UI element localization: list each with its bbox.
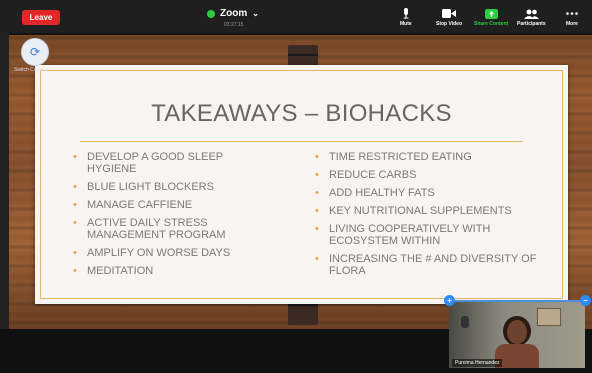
video-edge <box>0 33 9 329</box>
leave-button[interactable]: Leave <box>22 10 60 25</box>
slide-bullet: MEDITATION <box>71 265 271 277</box>
participant-face <box>507 320 527 344</box>
expand-video-button[interactable]: + <box>444 295 455 306</box>
app-title: Zoom <box>220 8 248 19</box>
slide-bullet: BLUE LIGHT BLOCKERS <box>71 181 271 193</box>
stop-video-button[interactable]: Stop Video <box>436 8 462 27</box>
presentation-slide: TAKEAWAYS – BIOHACKS DEVELOP A GOOD SLEE… <box>35 65 568 304</box>
slide-divider <box>80 141 523 142</box>
more-label: More <box>566 21 578 27</box>
share-content-label: Share Content <box>474 21 509 27</box>
slide-left-column: DEVELOP A GOOD SLEEP HYGIENE BLUE LIGHT … <box>71 151 271 283</box>
switch-camera-icon: ⟳ <box>29 45 41 59</box>
switch-camera-label: Switch Camera <box>14 67 48 73</box>
minimize-video-button[interactable]: – <box>580 295 591 306</box>
slide-bullet: KEY NUTRITIONAL SUPPLEMENTS <box>313 205 543 217</box>
meeting-title[interactable]: Zoom ⌄ <box>207 8 259 19</box>
slide-bullet: DEVELOP A GOOD SLEEP HYGIENE <box>71 151 271 175</box>
more-button[interactable]: More <box>566 8 578 27</box>
more-dots-icon <box>566 8 578 19</box>
slide-right-column: TIME RESTRICTED EATING REDUCE CARBS ADD … <box>313 151 543 283</box>
participants-label: Participants <box>517 21 546 27</box>
meeting-toolbar: Leave Zoom ⌄ 03:27:15 Mute Stop Video Sh… <box>0 0 592 33</box>
mute-button[interactable]: Mute <box>400 8 412 27</box>
self-view-video[interactable]: Purnima Hernandez <box>449 300 585 368</box>
slide-bullet: ACTIVE DAILY STRESS MANAGEMENT PROGRAM <box>71 217 271 241</box>
slide-bullet: LIVING COOPERATIVELY WITH ECOSYSTEM WITH… <box>313 223 543 247</box>
participants-button[interactable]: Participants <box>517 8 546 27</box>
zoom-meeting-window: Leave Zoom ⌄ 03:27:15 Mute Stop Video Sh… <box>0 0 592 373</box>
slide-title: TAKEAWAYS – BIOHACKS <box>151 100 452 127</box>
share-screen-icon <box>484 8 498 19</box>
slide-bullet: MANAGE CAFFIENE <box>71 199 271 211</box>
slide-bullet: ADD HEALTHY FATS <box>313 187 543 199</box>
participants-icon <box>523 8 539 19</box>
lamp <box>461 316 469 328</box>
meeting-timer: 03:27:15 <box>224 22 244 28</box>
share-content-button[interactable]: Share Content <box>474 8 508 27</box>
video-camera-icon <box>442 8 457 19</box>
slide-bullet: AMPLIFY ON WORSE DAYS <box>71 247 271 259</box>
slide-bullet: TIME RESTRICTED EATING <box>313 151 543 163</box>
chevron-down-icon: ⌄ <box>252 9 259 18</box>
wall-picture <box>537 308 561 326</box>
switch-camera-button[interactable]: ⟳ <box>21 38 49 66</box>
stop-video-label: Stop Video <box>436 21 463 27</box>
mute-label: Mute <box>400 21 412 27</box>
slide-bullet: REDUCE CARBS <box>313 169 543 181</box>
participant-name-label: Purnima Hernandez <box>452 359 503 367</box>
slide-bullet: INCREASING THE # AND DIVERSITY OF FLORA <box>313 253 543 277</box>
microphone-icon <box>402 8 410 19</box>
security-shield-icon <box>207 9 215 18</box>
